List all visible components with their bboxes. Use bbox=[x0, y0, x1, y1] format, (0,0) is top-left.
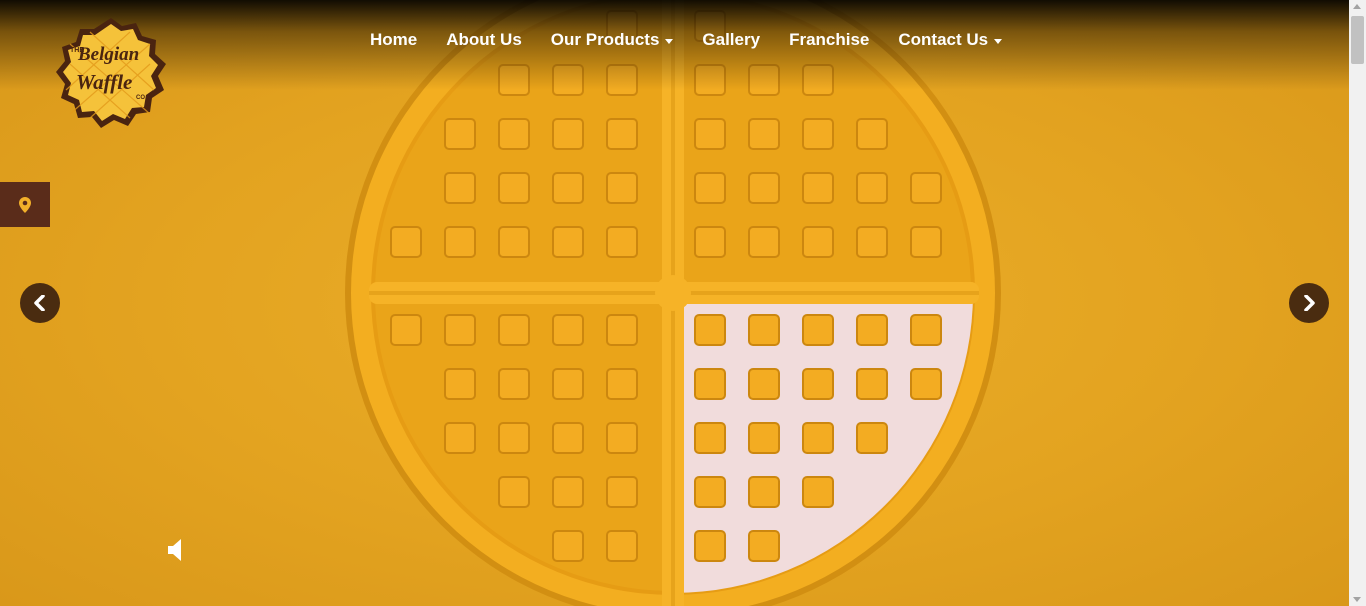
waffle-cell bbox=[444, 422, 476, 454]
waffle-cell bbox=[910, 226, 942, 258]
waffle-cell bbox=[694, 368, 726, 400]
waffle-cell bbox=[444, 172, 476, 204]
nav-contact-us[interactable]: Contact Us bbox=[898, 30, 1003, 50]
waffle-cell bbox=[694, 172, 726, 204]
waffle-cell bbox=[606, 476, 638, 508]
waffle-cell bbox=[910, 368, 942, 400]
waffle-cell bbox=[748, 476, 780, 508]
waffle-cell bbox=[748, 118, 780, 150]
waffle-cell bbox=[444, 368, 476, 400]
waffle-cell bbox=[802, 314, 834, 346]
map-pin-icon bbox=[19, 196, 31, 213]
waffle-cell bbox=[748, 422, 780, 454]
store-locator-button[interactable] bbox=[0, 182, 50, 227]
waffle-cell bbox=[498, 314, 530, 346]
chevron-left-icon bbox=[34, 295, 45, 311]
nav-about-us[interactable]: About Us bbox=[446, 30, 522, 50]
nav-home-label: Home bbox=[370, 30, 418, 49]
waffle-cell bbox=[694, 476, 726, 508]
waffle-cell bbox=[856, 314, 888, 346]
caret-down-icon bbox=[665, 38, 674, 44]
waffle-cell bbox=[802, 476, 834, 508]
waffle-cell bbox=[606, 530, 638, 562]
waffle-cell bbox=[856, 422, 888, 454]
waffle-cell bbox=[444, 226, 476, 258]
nav-our-products[interactable]: Our Products bbox=[551, 30, 674, 50]
waffle-cell bbox=[802, 422, 834, 454]
slider-next-button[interactable] bbox=[1289, 283, 1329, 323]
caret-down-icon bbox=[994, 38, 1003, 44]
waffle-cell bbox=[606, 118, 638, 150]
waffle-cell bbox=[802, 172, 834, 204]
waffle-cell bbox=[748, 314, 780, 346]
speaker-icon[interactable] bbox=[166, 537, 190, 563]
waffle-cell bbox=[748, 368, 780, 400]
waffle-cell bbox=[498, 368, 530, 400]
slider-prev-button[interactable] bbox=[20, 283, 60, 323]
waffle-cell bbox=[606, 172, 638, 204]
main-nav: Home About Us Our Products Gallery Franc… bbox=[370, 30, 1031, 50]
waffle-cell bbox=[498, 118, 530, 150]
waffle-cell bbox=[444, 118, 476, 150]
waffle-cell bbox=[802, 368, 834, 400]
nav-gallery[interactable]: Gallery bbox=[702, 30, 760, 50]
waffle-cell bbox=[694, 422, 726, 454]
waffle-cell bbox=[694, 118, 726, 150]
waffle-cell bbox=[552, 172, 584, 204]
logo-line1-text: Belgian bbox=[77, 44, 139, 65]
waffle-cell bbox=[498, 422, 530, 454]
waffle-cell bbox=[552, 314, 584, 346]
waffle-cell bbox=[498, 172, 530, 204]
waffle-cell bbox=[390, 314, 422, 346]
nav-contact-us-label: Contact Us bbox=[898, 30, 989, 49]
scroll-down-icon[interactable] bbox=[1353, 597, 1361, 602]
brand-logo[interactable]: THE Belgian Waffle CO bbox=[50, 14, 172, 134]
nav-franchise-label: Franchise bbox=[789, 30, 870, 49]
hero-slider bbox=[0, 0, 1349, 606]
nav-home[interactable]: Home bbox=[370, 30, 417, 50]
waffle-cell bbox=[856, 226, 888, 258]
waffle-cell bbox=[552, 530, 584, 562]
nav-gallery-label: Gallery bbox=[702, 30, 761, 49]
waffle-cell bbox=[606, 422, 638, 454]
waffle-cell bbox=[694, 314, 726, 346]
waffle-cell bbox=[856, 172, 888, 204]
waffle-cell bbox=[694, 226, 726, 258]
nav-about-us-label: About Us bbox=[446, 30, 522, 49]
waffle-cell bbox=[390, 226, 422, 258]
waffle-cell bbox=[552, 368, 584, 400]
page-scrollbar[interactable] bbox=[1349, 0, 1366, 606]
waffle-cell bbox=[856, 368, 888, 400]
scroll-up-icon[interactable] bbox=[1353, 4, 1361, 9]
waffle-cell bbox=[802, 226, 834, 258]
waffle-cell bbox=[552, 476, 584, 508]
waffle-cell bbox=[910, 314, 942, 346]
waffle-cell bbox=[802, 118, 834, 150]
waffle-cell bbox=[498, 226, 530, 258]
waffle-cell bbox=[748, 226, 780, 258]
waffle-cell bbox=[606, 226, 638, 258]
waffle-cell bbox=[748, 172, 780, 204]
waffle-cell bbox=[748, 530, 780, 562]
waffle-cell bbox=[606, 368, 638, 400]
waffle-cell bbox=[856, 118, 888, 150]
chevron-right-icon bbox=[1304, 295, 1315, 311]
waffle-cell bbox=[606, 314, 638, 346]
waffle-cell bbox=[552, 226, 584, 258]
waffle-cell bbox=[498, 476, 530, 508]
logo-line2-text: Waffle bbox=[76, 70, 132, 94]
waffle-cell bbox=[552, 422, 584, 454]
waffle-cell bbox=[910, 172, 942, 204]
waffle-cell bbox=[694, 530, 726, 562]
nav-franchise[interactable]: Franchise bbox=[789, 30, 869, 50]
waffle-cell bbox=[444, 314, 476, 346]
waffle-cell bbox=[552, 118, 584, 150]
logo-co-text: CO bbox=[136, 95, 145, 101]
nav-our-products-label: Our Products bbox=[550, 30, 660, 49]
waffle-image bbox=[345, 0, 1001, 606]
scroll-thumb[interactable] bbox=[1351, 16, 1364, 64]
